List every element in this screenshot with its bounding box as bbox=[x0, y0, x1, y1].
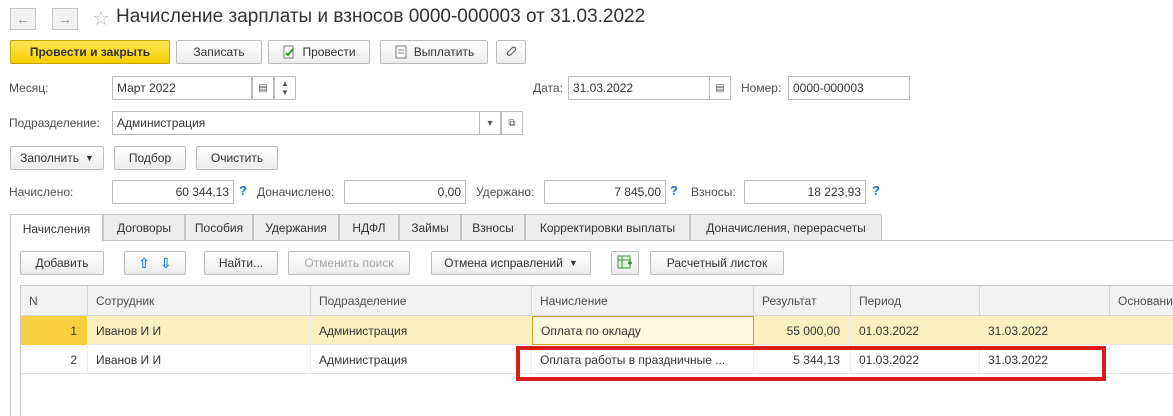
tab-accruals[interactable]: Начисления bbox=[10, 214, 103, 242]
column-header-period-end[interactable] bbox=[980, 286, 1110, 316]
number-label: Номер: bbox=[741, 81, 782, 95]
month-calendar-button[interactable]: ▤ bbox=[252, 76, 274, 100]
cell-department[interactable]: Администрация bbox=[311, 316, 532, 345]
spin-down-icon: ▼ bbox=[281, 88, 289, 97]
calendar-icon: ▤ bbox=[715, 82, 725, 94]
cell-employee[interactable]: Иванов И И bbox=[88, 316, 311, 345]
open-link-icon: ⧉ bbox=[508, 117, 516, 129]
post-and-close-button[interactable]: Провести и закрыть bbox=[10, 40, 170, 64]
cancel-fixes-label: Отмена исправлений bbox=[444, 256, 563, 270]
month-field[interactable]: Март 2022 bbox=[112, 76, 252, 100]
cell-n[interactable]: 1 bbox=[21, 316, 88, 345]
forward-button[interactable]: → bbox=[52, 8, 78, 30]
department-field[interactable]: Администрация bbox=[112, 111, 480, 135]
payslip-button[interactable]: Расчетный листок bbox=[650, 251, 784, 275]
cell-period-from[interactable]: 01.03.2022 bbox=[851, 316, 980, 345]
date-field[interactable]: 31.03.2022 bbox=[568, 76, 710, 100]
table-settings-button[interactable] bbox=[611, 251, 639, 275]
column-header-period[interactable]: Период bbox=[851, 286, 980, 316]
add-row-button[interactable]: Добавить bbox=[20, 251, 104, 275]
pay-button[interactable]: Выплатить bbox=[380, 40, 488, 64]
pay-document-icon bbox=[394, 45, 408, 59]
post-button[interactable]: Провести bbox=[268, 40, 370, 64]
tab-contracts[interactable]: Договоры bbox=[103, 214, 185, 241]
tab-ndfl[interactable]: НДФЛ bbox=[339, 214, 399, 241]
attach-button[interactable] bbox=[496, 40, 526, 64]
column-header-result[interactable]: Результат bbox=[754, 286, 851, 316]
accrued-help-icon[interactable]: ? bbox=[239, 183, 247, 198]
column-header-basis[interactable]: Основание bbox=[1110, 286, 1173, 316]
move-buttons: ⇧ ⇩ bbox=[124, 251, 186, 275]
table-green-icon bbox=[617, 255, 633, 272]
department-open-button[interactable]: ⧉ bbox=[501, 111, 523, 135]
tab-payment-corrections[interactable]: Корректировки выплаты bbox=[525, 214, 690, 241]
favorite-star-icon[interactable]: ☆ bbox=[92, 6, 110, 31]
contributions-help-icon[interactable]: ? bbox=[872, 183, 880, 198]
withheld-field[interactable]: 7 845,00 bbox=[544, 180, 666, 204]
clear-button[interactable]: Очистить bbox=[196, 146, 278, 170]
tab-benefits[interactable]: Пособия bbox=[185, 214, 253, 241]
fill-button[interactable]: Заполнить ▼ bbox=[10, 146, 104, 170]
find-button[interactable]: Найти... bbox=[204, 251, 278, 275]
move-up-icon[interactable]: ⇧ bbox=[138, 255, 150, 272]
arrow-right-icon: → bbox=[58, 11, 72, 27]
cell-result[interactable]: 55 000,00 bbox=[754, 316, 851, 345]
paperclip-icon bbox=[504, 44, 518, 61]
post-document-icon bbox=[282, 45, 296, 59]
column-header-accrual[interactable]: Начисление bbox=[532, 286, 754, 316]
column-header-department[interactable]: Подразделение bbox=[311, 286, 532, 316]
tab-contributions[interactable]: Взносы bbox=[461, 214, 525, 241]
page-title: Начисление зарплаты и взносов 0000-00000… bbox=[116, 6, 646, 27]
department-label: Подразделение: bbox=[9, 116, 100, 130]
tab-loans[interactable]: Займы bbox=[399, 214, 461, 241]
cell-employee[interactable]: Иванов И И bbox=[88, 345, 311, 374]
extra-accrued-label: Доначислено: bbox=[257, 185, 335, 199]
month-spin-button[interactable]: ▲ ▼ bbox=[274, 76, 296, 100]
number-field[interactable]: 0000-000003 bbox=[788, 76, 910, 100]
chevron-down-icon: ▼ bbox=[85, 153, 94, 163]
move-down-icon[interactable]: ⇩ bbox=[160, 255, 172, 272]
cell-n[interactable]: 2 bbox=[21, 345, 88, 374]
cell-period-to[interactable]: 31.03.2022 bbox=[980, 316, 1110, 345]
withheld-help-icon[interactable]: ? bbox=[670, 183, 678, 198]
arrow-left-icon: ← bbox=[16, 11, 30, 27]
calendar-icon: ▤ bbox=[258, 82, 268, 94]
cancel-fixes-button[interactable]: Отмена исправлений ▼ bbox=[431, 251, 591, 275]
pay-button-label: Выплатить bbox=[413, 45, 475, 59]
column-header-employee[interactable]: Сотрудник bbox=[88, 286, 311, 316]
cell-department[interactable]: Администрация bbox=[311, 345, 532, 374]
accrued-label: Начислено: bbox=[9, 185, 74, 199]
chevron-down-icon: ▼ bbox=[568, 258, 578, 268]
tab-recalculations[interactable]: Доначисления, перерасчеты bbox=[690, 214, 882, 241]
month-label: Месяц: bbox=[9, 81, 49, 95]
cell-accrual[interactable]: Оплата по окладу bbox=[532, 316, 754, 345]
tab-deductions[interactable]: Удержания bbox=[253, 214, 339, 241]
department-dropdown-button[interactable]: ▾ bbox=[479, 111, 501, 135]
column-header-n[interactable]: N bbox=[21, 286, 88, 316]
save-button[interactable]: Записать bbox=[176, 40, 262, 64]
cancel-search-button[interactable]: Отменить поиск bbox=[288, 251, 410, 275]
contributions-field[interactable]: 18 223,93 bbox=[744, 180, 866, 204]
highlight-frame bbox=[516, 346, 1106, 381]
pick-button[interactable]: Подбор bbox=[114, 146, 186, 170]
extra-accrued-field[interactable]: 0,00 bbox=[344, 180, 466, 204]
back-button[interactable]: ← bbox=[10, 8, 36, 30]
date-calendar-button[interactable]: ▤ bbox=[709, 76, 731, 100]
chevron-down-icon: ▾ bbox=[487, 117, 493, 129]
date-label: Дата: bbox=[533, 81, 563, 95]
table-row[interactable]: 1 Иванов И И Администрация Оплата по окл… bbox=[21, 316, 1173, 345]
withheld-label: Удержано: bbox=[476, 185, 535, 199]
post-button-label: Провести bbox=[302, 45, 356, 59]
accrued-field[interactable]: 60 344,13 bbox=[112, 180, 234, 204]
fill-button-label: Заполнить bbox=[20, 151, 79, 165]
spin-up-icon: ▲ bbox=[281, 79, 289, 88]
contributions-label: Взносы: bbox=[691, 185, 736, 199]
